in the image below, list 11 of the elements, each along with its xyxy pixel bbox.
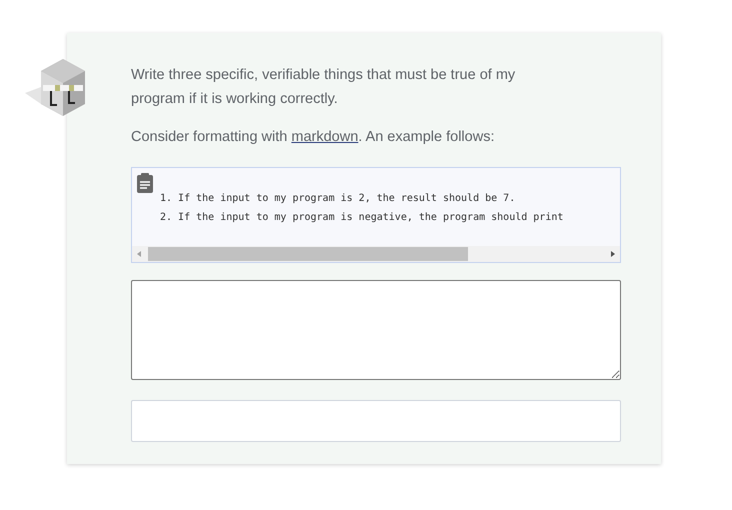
scrollbar-track[interactable] — [132, 246, 620, 262]
answer-input-field[interactable] — [131, 400, 621, 442]
answer-text-area[interactable] — [131, 280, 621, 380]
prompt-text: Write three specific, verifiable things that must be true of my program if it is working correctly. — [131, 66, 516, 109]
hint-text: . An example follows: — [358, 129, 494, 145]
hint-text: Consider formatting with — [131, 129, 288, 145]
code-line: 1. If the input to my program is 2, the result should be 7. — [159, 192, 516, 206]
markdown-link[interactable]: markdown — [291, 129, 358, 145]
clipboard-icon[interactable] — [135, 173, 155, 193]
scrollbar-thumb[interactable] — [148, 247, 468, 261]
code-line: 2. If the input to my program is negative, the program should print — [159, 211, 564, 225]
